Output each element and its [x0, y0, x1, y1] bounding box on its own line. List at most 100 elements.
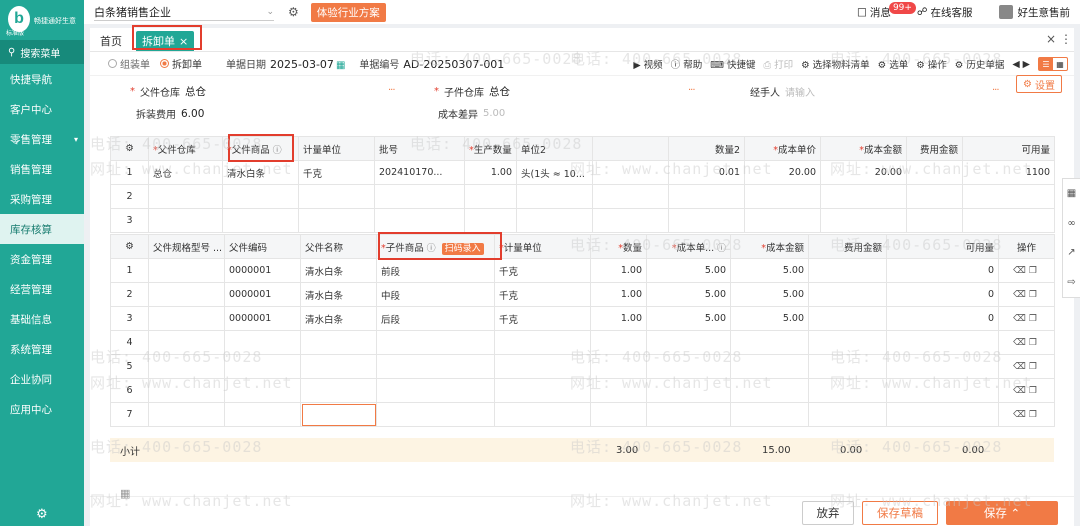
cell-fee[interactable] — [808, 402, 887, 427]
save-button[interactable]: 保存 ⌃ — [946, 501, 1058, 525]
column-settings-icon[interactable]: ⚙ — [110, 136, 149, 161]
cell-available[interactable] — [886, 378, 999, 403]
column-settings-icon[interactable]: ⚙ — [110, 234, 149, 259]
column-header[interactable]: *数量 — [590, 234, 647, 259]
shortcut-button[interactable]: ⌨ 快捷键 — [710, 57, 755, 71]
column-header[interactable]: *生产数量 — [464, 136, 517, 161]
table-row[interactable]: 2⌫❐ — [110, 184, 1055, 209]
cell-unit2[interactable]: 头(1头 ≈ 10... — [516, 160, 593, 185]
cell-amount[interactable] — [730, 330, 809, 355]
link-icon[interactable]: ∞ — [1067, 218, 1075, 229]
cell-qty[interactable] — [590, 354, 647, 379]
help-icon[interactable]: ⓘ — [270, 146, 282, 156]
copy-row-icon[interactable]: ❐ — [1029, 386, 1040, 396]
sidebar-item[interactable]: 快捷导航 — [0, 64, 84, 94]
cell-unit2[interactable] — [516, 184, 593, 209]
sidebar-item[interactable]: 资金管理 — [0, 244, 84, 274]
cell-qty[interactable]: 1.00 — [590, 282, 647, 307]
help-icon[interactable]: ⓘ — [714, 244, 726, 254]
column-header[interactable]: *父件商品 ⓘ — [222, 136, 299, 161]
cell-unit[interactable]: 千克 — [494, 306, 591, 331]
settings-icon[interactable]: ⚙ — [288, 5, 299, 19]
cell-unit[interactable] — [494, 330, 591, 355]
company-select[interactable]: 白条猪销售企业 ⌄ — [94, 3, 274, 21]
table-row[interactable]: 1 总仓 清水白条 千克 202410170... 1.00 头(1头 ≈ 10... 0.0… — [110, 160, 1055, 185]
cell-qty2[interactable]: 0.01 — [668, 160, 745, 185]
sidebar-item[interactable]: 基础信息 — [0, 304, 84, 334]
tab-home[interactable]: 首页 — [94, 31, 128, 51]
close-window-icon[interactable]: × — [1046, 32, 1056, 46]
list-view-icon[interactable]: ☰ — [1039, 58, 1053, 70]
copy-row-icon[interactable]: ❐ — [1029, 338, 1040, 348]
cell-name[interactable]: 清水白条 — [300, 282, 377, 307]
column-header[interactable]: 父件规格型号 ... — [148, 234, 225, 259]
column-header[interactable]: 可用量 — [962, 136, 1055, 161]
table-row[interactable]: 7 ⌫❐ — [110, 402, 1055, 427]
cell-batch[interactable] — [374, 184, 465, 209]
print-button[interactable]: ⎙ 打印 — [763, 57, 793, 71]
cell-available[interactable]: 0 — [886, 282, 999, 307]
gear-icon[interactable]: ⚙ — [36, 507, 48, 522]
cell-amount[interactable]: 5.00 — [730, 282, 809, 307]
select-doc-button[interactable]: ⚙ 选单 — [878, 57, 909, 71]
view-toggle[interactable]: ☰ ▦ — [1038, 57, 1068, 71]
support-button[interactable]: ☍ 在线客服 — [917, 5, 973, 20]
cell-price[interactable] — [646, 378, 731, 403]
table-row[interactable]: 3⌫❐ — [110, 208, 1055, 233]
cell-unit[interactable] — [298, 184, 375, 209]
copy-row-icon[interactable]: ❐ — [1029, 290, 1040, 300]
close-icon[interactable]: × — [179, 35, 188, 48]
cell-name[interactable] — [300, 402, 377, 427]
cell-available[interactable] — [962, 208, 1055, 233]
cell-warehouse[interactable] — [148, 184, 223, 209]
child-warehouse-field[interactable]: * 子件仓库 总仓 — [434, 84, 510, 99]
handler-picker-icon[interactable]: ··· — [992, 85, 999, 96]
delete-row-icon[interactable]: ⌫ — [1013, 266, 1029, 276]
cell-code[interactable]: 0000001 — [224, 282, 301, 307]
table-cell[interactable] — [592, 208, 669, 233]
table-row[interactable]: 4 ⌫❐ — [110, 330, 1055, 355]
handler-field[interactable]: 经手人 请输入 — [750, 84, 815, 99]
cell-spec[interactable] — [148, 378, 225, 403]
delete-row-icon[interactable]: ⌫ — [1013, 338, 1029, 348]
cell-amount[interactable]: 5.00 — [730, 258, 809, 283]
cell-code[interactable]: 0000001 — [224, 306, 301, 331]
sidebar-item[interactable]: 销售管理 — [0, 154, 84, 184]
cell-batch[interactable] — [374, 208, 465, 233]
sidebar-item[interactable]: 系统管理 — [0, 334, 84, 364]
cell-price[interactable] — [744, 184, 821, 209]
copy-row-icon[interactable]: ❐ — [1029, 266, 1040, 276]
cell-unit[interactable] — [494, 354, 591, 379]
tab-disassembly[interactable]: 拆卸单 × — [136, 31, 195, 51]
column-header[interactable]: 父件编码 — [224, 234, 301, 259]
cell-qty[interactable]: 1.00 — [464, 160, 517, 185]
attachment-icon[interactable]: ▦ — [120, 487, 130, 500]
settings-button[interactable]: ⚙ 设置 — [1016, 75, 1062, 93]
cell-fee[interactable] — [808, 306, 887, 331]
discard-button[interactable]: 放弃 — [802, 501, 854, 525]
cell-warehouse[interactable]: 总仓 — [148, 160, 223, 185]
parent-warehouse-field[interactable]: * 父件仓库 总仓 — [130, 84, 206, 99]
help-button[interactable]: ⓘ 帮助 — [671, 57, 703, 71]
column-header[interactable]: *子件商品 ⓘ 扫码录入 — [376, 234, 495, 259]
cell-child[interactable] — [376, 354, 495, 379]
parent-warehouse-picker-icon[interactable]: ··· — [388, 85, 395, 96]
cell-unit[interactable] — [494, 402, 591, 427]
prev-next-nav[interactable]: ◀ ▶ — [1012, 59, 1030, 70]
table-row[interactable]: 1 0000001 清水白条 前段 千克 1.00 5.00 5.00 0 ⌫❐ — [110, 258, 1055, 283]
radio-assemble[interactable]: 组装单 — [108, 56, 150, 71]
sidebar-item[interactable]: 客户中心 — [0, 94, 84, 124]
cell-amount[interactable]: 5.00 — [730, 306, 809, 331]
cell-fee[interactable] — [808, 282, 887, 307]
cell-price[interactable]: 20.00 — [744, 160, 821, 185]
cell-product[interactable] — [222, 208, 299, 233]
cell-code[interactable] — [224, 378, 301, 403]
column-header[interactable]: 计量单位 — [298, 136, 375, 161]
cell-qty[interactable] — [464, 208, 517, 233]
cell-child[interactable]: 前段 — [376, 258, 495, 283]
cell-fee[interactable] — [808, 330, 887, 355]
cell-amount[interactable] — [730, 402, 809, 427]
cell-product[interactable]: 清水白条 — [222, 160, 299, 185]
cell-warehouse[interactable] — [148, 208, 223, 233]
cell-amount[interactable]: 20.00 — [820, 160, 907, 185]
